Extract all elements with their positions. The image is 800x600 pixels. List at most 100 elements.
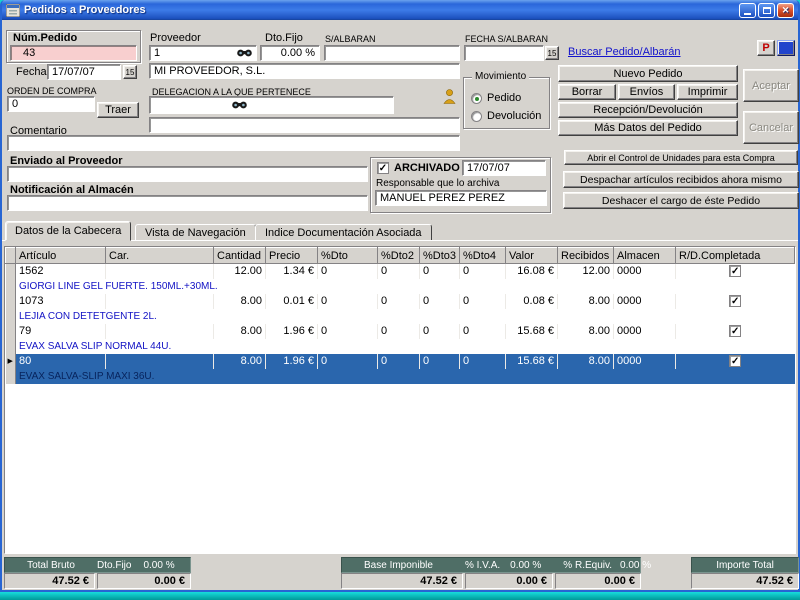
close-button[interactable]: ✕ xyxy=(777,3,794,18)
blue-square-button[interactable] xyxy=(777,40,795,56)
recepcion-devolucion-button[interactable]: Recepción/Devolución xyxy=(558,102,738,118)
nuevo-pedido-button[interactable]: Nuevo Pedido xyxy=(558,65,738,82)
s-albaran-input[interactable] xyxy=(324,45,460,61)
maximize-button[interactable] xyxy=(758,3,775,18)
cell-valor[interactable]: 16.08 € xyxy=(506,264,558,279)
archivado-fecha-input[interactable]: 17/07/07 xyxy=(462,160,546,176)
grid-row-description[interactable]: GIORGI LINE GEL FUERTE. 150ML.+30ML. xyxy=(6,279,795,294)
radio-pedido[interactable]: Pedido xyxy=(471,92,521,104)
cell-dto[interactable]: 0 xyxy=(318,294,378,309)
cell-cantidad[interactable]: 8.00 xyxy=(214,354,266,369)
grid-row[interactable]: 156212.001.34 €000016.08 €12.000000✓ xyxy=(6,264,795,279)
cell-dto2[interactable]: 0 xyxy=(378,354,420,369)
imprimir-button[interactable]: Imprimir xyxy=(677,84,738,100)
cell-dto[interactable]: 0 xyxy=(318,354,378,369)
row-selector[interactable] xyxy=(6,294,16,309)
mas-datos-button[interactable]: Más Datos del Pedido xyxy=(558,120,738,136)
cell-valor[interactable]: 15.68 € xyxy=(506,324,558,339)
row-selector[interactable] xyxy=(6,324,16,339)
cell-articulo[interactable]: 79 xyxy=(16,324,106,339)
grid-row[interactable]: ▶808.001.96 €000015.68 €8.000000✓ xyxy=(6,354,795,369)
cell-precio[interactable]: 1.96 € xyxy=(266,354,318,369)
aceptar-button[interactable]: Aceptar xyxy=(743,69,799,102)
column-header[interactable]: %Dto xyxy=(318,248,378,264)
minimize-button[interactable] xyxy=(739,3,756,18)
tab-vista-navegacion[interactable]: Vista de Navegación xyxy=(135,224,256,241)
borrar-button[interactable]: Borrar xyxy=(558,84,616,100)
grid-row[interactable]: 798.001.96 €000015.68 €8.000000✓ xyxy=(6,324,795,339)
cell-articulo[interactable]: 1562 xyxy=(16,264,106,279)
proveedor-name-input[interactable]: MI PROVEEDOR, S.L. xyxy=(149,63,460,79)
cell-recibidos[interactable]: 8.00 xyxy=(558,294,614,309)
column-header[interactable]: %Dto3 xyxy=(420,248,460,264)
calendar-icon[interactable]: 15 xyxy=(123,65,137,79)
p-button[interactable]: P xyxy=(757,40,775,56)
fecha-input[interactable]: 17/07/07 xyxy=(47,64,121,80)
archivado-checkbox[interactable]: ✓ xyxy=(377,162,389,174)
completada-checkbox[interactable]: ✓ xyxy=(729,265,741,277)
cell-recibidos[interactable]: 12.00 xyxy=(558,264,614,279)
envios-button[interactable]: Envíos xyxy=(618,84,675,100)
grid-row[interactable]: 10738.000.01 €00000.08 €8.000000✓ xyxy=(6,294,795,309)
cell-car[interactable] xyxy=(106,354,214,369)
cell-cantidad[interactable]: 12.00 xyxy=(214,264,266,279)
radio-devolucion-circle[interactable] xyxy=(471,111,482,122)
column-header[interactable]: Artículo xyxy=(16,248,106,264)
comentario-input[interactable] xyxy=(7,135,460,151)
cell-dto[interactable]: 0 xyxy=(318,264,378,279)
cell-car[interactable] xyxy=(106,294,214,309)
cell-dto3[interactable]: 0 xyxy=(420,264,460,279)
buscar-pedido-link[interactable]: Buscar Pedido/Albarán xyxy=(568,46,681,58)
cell-recibidos[interactable]: 8.00 xyxy=(558,324,614,339)
column-header[interactable]: %Dto2 xyxy=(378,248,420,264)
column-header[interactable]: Cantidad xyxy=(214,248,266,264)
cell-recibidos[interactable]: 8.00 xyxy=(558,354,614,369)
person-icon[interactable] xyxy=(443,89,456,104)
grid-row-description[interactable]: LEJIA CON DETETGENTE 2L. xyxy=(6,309,795,324)
cell-cantidad[interactable]: 8.00 xyxy=(214,294,266,309)
cell-dto4[interactable]: 0 xyxy=(460,324,506,339)
column-header[interactable]: Precio xyxy=(266,248,318,264)
cell-valor[interactable]: 15.68 € xyxy=(506,354,558,369)
cell-dto4[interactable]: 0 xyxy=(460,354,506,369)
column-header[interactable]: %Dto4 xyxy=(460,248,506,264)
cell-almacen[interactable]: 0000 xyxy=(614,294,676,309)
abrir-control-unidades-button[interactable]: Abrir el Control de Unidades para esta C… xyxy=(564,150,798,165)
radio-devolucion[interactable]: Devolución xyxy=(471,110,541,122)
cell-dto3[interactable]: 0 xyxy=(420,294,460,309)
cell-dto2[interactable]: 0 xyxy=(378,294,420,309)
cell-dto3[interactable]: 0 xyxy=(420,354,460,369)
row-selector[interactable]: ▶ xyxy=(6,354,16,369)
fecha-s-albaran-input[interactable] xyxy=(464,45,544,61)
grid-row-description[interactable]: EVAX SALVA-SLIP MAXI 36U. xyxy=(6,369,795,384)
cell-precio[interactable]: 0.01 € xyxy=(266,294,318,309)
calendar-icon[interactable]: 15 xyxy=(545,46,559,60)
cell-car[interactable] xyxy=(106,264,214,279)
dto-fijo-input[interactable]: 0.00 % xyxy=(260,45,320,61)
cancelar-button[interactable]: Cancelar xyxy=(743,111,799,144)
cell-almacen[interactable]: 0000 xyxy=(614,354,676,369)
grid-row-description[interactable]: EVAX SALVA SLIP NORMAL 44U. xyxy=(6,339,795,354)
cell-almacen[interactable]: 0000 xyxy=(614,264,676,279)
cell-articulo[interactable]: 1073 xyxy=(16,294,106,309)
cell-car[interactable] xyxy=(106,324,214,339)
delegacion-input[interactable] xyxy=(149,96,394,114)
cell-cantidad[interactable]: 8.00 xyxy=(214,324,266,339)
completada-checkbox[interactable]: ✓ xyxy=(729,355,741,367)
titlebar[interactable]: Pedidos a Proveedores ✕ xyxy=(2,0,798,20)
cell-dto4[interactable]: 0 xyxy=(460,264,506,279)
cell-almacen[interactable]: 0000 xyxy=(614,324,676,339)
despachar-articulos-button[interactable]: Despachar artículos recibidos ahora mism… xyxy=(563,171,799,188)
cell-dto[interactable]: 0 xyxy=(318,324,378,339)
orden-compra-input[interactable]: 0 xyxy=(7,96,95,112)
cell-dto2[interactable]: 0 xyxy=(378,324,420,339)
completada-checkbox[interactable]: ✓ xyxy=(729,325,741,337)
tab-datos-cabecera[interactable]: Datos de la Cabecera xyxy=(5,221,131,241)
binoculars-icon[interactable] xyxy=(237,48,252,58)
column-header[interactable]: Almacen xyxy=(614,248,676,264)
row-selector[interactable] xyxy=(6,264,16,279)
enviado-input[interactable] xyxy=(7,166,368,182)
notificacion-input[interactable] xyxy=(7,195,368,211)
proveedor-code-input[interactable]: 1 xyxy=(149,45,257,61)
column-header[interactable]: Car. xyxy=(106,248,214,264)
